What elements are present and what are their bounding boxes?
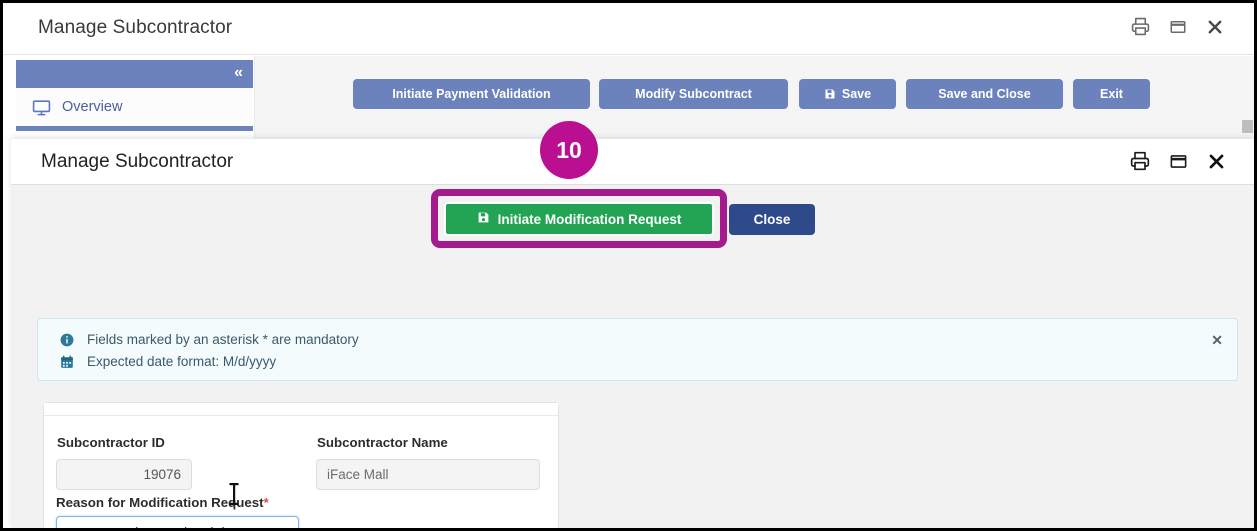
modify-subcontract-button[interactable]: Modify Subcontract <box>599 79 788 109</box>
button-label: Initiate Payment Validation <box>392 87 551 101</box>
background-window-titlebar: Manage Subcontractor <box>3 3 1254 55</box>
subcontractor-id-input[interactable] <box>56 459 192 490</box>
info-banner: Fields marked by an asterisk * are manda… <box>37 318 1238 381</box>
modal-body: Fields marked by an asterisk * are manda… <box>11 185 1254 528</box>
reason-label-text: Reason for Modification Request <box>56 495 264 510</box>
maximize-icon[interactable] <box>1169 152 1188 171</box>
print-icon[interactable] <box>1130 151 1150 171</box>
initiate-payment-validation-button[interactable]: Initiate Payment Validation <box>353 79 590 109</box>
button-label: Save <box>841 87 872 101</box>
subcontractor-name-label: Subcontractor Name <box>317 435 448 450</box>
subcontractor-id-label: Subcontractor ID <box>57 435 165 450</box>
calendar-icon <box>60 355 76 369</box>
close-modal-button[interactable]: Close <box>729 204 815 235</box>
close-icon[interactable] <box>1207 152 1226 171</box>
subcontractor-name-input[interactable] <box>316 459 540 490</box>
page-title: Manage Subcontractor <box>38 17 233 38</box>
subcontractor-form-card: Subcontractor ID Subcontractor Name Reas… <box>43 402 559 528</box>
reason-for-modification-label: Reason for Modification Request* <box>56 495 269 510</box>
button-label: Initiate Modification Request <box>497 211 682 227</box>
info-icon <box>60 333 76 347</box>
modal-titlebar: Manage Subcontractor <box>11 139 1254 185</box>
save-and-close-button[interactable]: Save and Close <box>906 79 1063 109</box>
step-callout-badge: 10 <box>540 121 598 179</box>
vertical-scrollbar-thumb[interactable] <box>1242 120 1253 133</box>
mandatory-fields-note: Fields marked by an asterisk * are manda… <box>60 332 359 347</box>
monitor-icon <box>32 98 62 117</box>
close-icon[interactable] <box>1206 18 1224 36</box>
background-window: Manage Subcontractor « Overview Initiate… <box>3 3 1254 146</box>
app-screenshot: Manage Subcontractor « Overview Initiate… <box>0 0 1257 531</box>
sidebar-item-label: Overview <box>62 99 123 115</box>
maximize-icon[interactable] <box>1169 18 1187 36</box>
print-icon[interactable] <box>1131 17 1150 36</box>
button-label: Modify Subcontract <box>635 87 752 101</box>
initiate-modification-request-button[interactable]: Initiate Modification Request <box>444 202 714 236</box>
button-label: Close <box>753 212 791 227</box>
save-button[interactable]: Save <box>799 79 896 109</box>
chevron-left-icon: « <box>234 64 243 81</box>
sidebar-active-indicator <box>16 126 253 131</box>
banner-line-2: Expected date format: M/d/yyyy <box>87 354 277 369</box>
banner-line-1: Fields marked by an asterisk * are manda… <box>87 332 359 347</box>
modal-title: Manage Subcontractor <box>41 151 234 172</box>
modal-window-controls <box>1130 151 1226 171</box>
exit-button[interactable]: Exit <box>1073 79 1150 109</box>
card-header-strip <box>44 403 558 416</box>
modification-request-modal: Manage Subcontractor Fields marked by an… <box>11 139 1254 528</box>
required-asterisk: * <box>263 495 269 510</box>
background-window-toolbar: Initiate Payment Validation Modify Subco… <box>254 56 1254 146</box>
save-icon <box>824 88 836 100</box>
sidebar-collapse-button[interactable]: « <box>16 60 253 88</box>
date-format-note: Expected date format: M/d/yyyy <box>60 354 276 369</box>
button-label: Exit <box>1100 87 1123 101</box>
banner-dismiss-icon[interactable]: ✕ <box>1211 333 1223 347</box>
reason-for-modification-input[interactable] <box>56 516 299 528</box>
background-window-controls <box>1131 17 1224 36</box>
sidebar-item-overview[interactable]: Overview <box>16 88 253 126</box>
button-label: Save and Close <box>938 87 1031 101</box>
save-icon <box>477 211 490 227</box>
